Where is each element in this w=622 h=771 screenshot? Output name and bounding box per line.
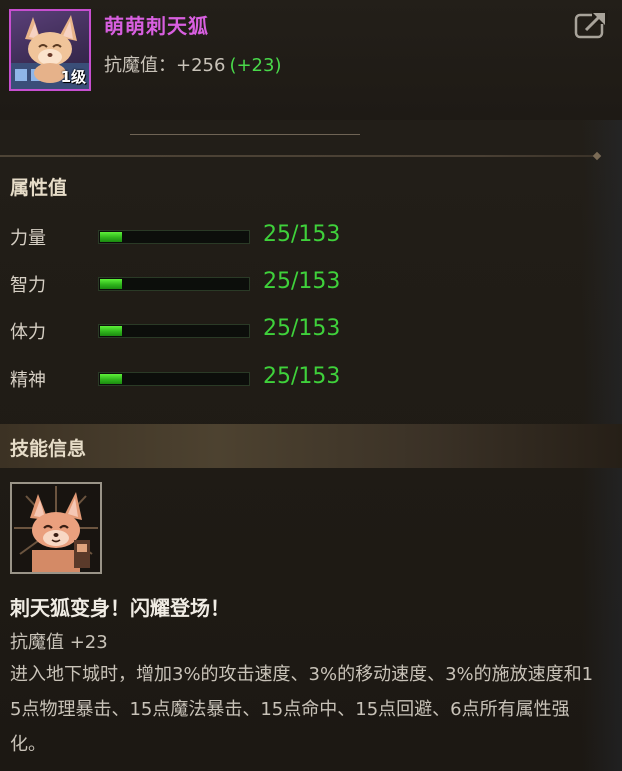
attribute-bar-fill [100,232,123,242]
item-stat-line: 抗魔值：+256 (+23) [104,51,281,77]
attribute-bar-fill [100,279,123,289]
item-tooltip-panel: 1级 萌萌刺天狐 抗魔值：+256 (+23) 属性值 力量 25/153 智力 … [0,0,622,771]
skill-description: 进入地下城时，增加3%的攻击速度、3%的移动速度、3%的施放速度和15点物理暴击… [10,664,594,755]
header-divider [130,134,360,135]
skill-stat: 抗魔值 +23 [10,632,108,653]
attribute-bar [98,372,250,386]
attribute-bar [98,324,250,338]
skill-section-title: 技能信息 [10,438,87,460]
attribute-label: 力量 [10,228,46,249]
attribute-row-spirit: 精神 25/153 [10,364,370,394]
attribute-label: 精神 [10,370,46,391]
attribute-bar [98,277,250,291]
attribute-bar [98,230,250,244]
stat-label: 抗魔值： [104,55,176,76]
attribute-bar-fill [100,326,123,336]
attribute-label: 体力 [10,322,46,343]
skill-icon-frame[interactable] [10,482,102,574]
attribute-row-intelligence: 智力 25/153 [10,269,370,299]
item-name: 萌萌刺天狐 [104,14,209,38]
stat-value: +256 [176,55,226,76]
stat-bonus: (+23) [229,55,282,76]
attribute-bar-fill [100,374,123,384]
section-divider [0,155,600,157]
tooltip-header [0,0,622,120]
attribute-label: 智力 [10,275,46,296]
divider-ornament [592,151,602,161]
skill-name: 刺天狐变身！闪耀登场！ [10,596,230,620]
item-portrait: 1级 [9,9,91,91]
skill-section-header [0,424,622,468]
attribute-value: 25/153 [263,364,341,389]
attribute-value: 25/153 [263,316,341,341]
share-button[interactable] [574,10,608,40]
level-badge: 1级 [60,68,86,86]
attributes-title: 属性值 [10,177,68,199]
attribute-value: 25/153 [263,222,341,247]
share-icon [574,10,608,39]
attribute-value: 25/153 [263,269,341,294]
attribute-row-strength: 力量 25/153 [10,222,370,252]
attribute-row-vitality: 体力 25/153 [10,316,370,346]
fox-skill-icon [14,486,98,572]
